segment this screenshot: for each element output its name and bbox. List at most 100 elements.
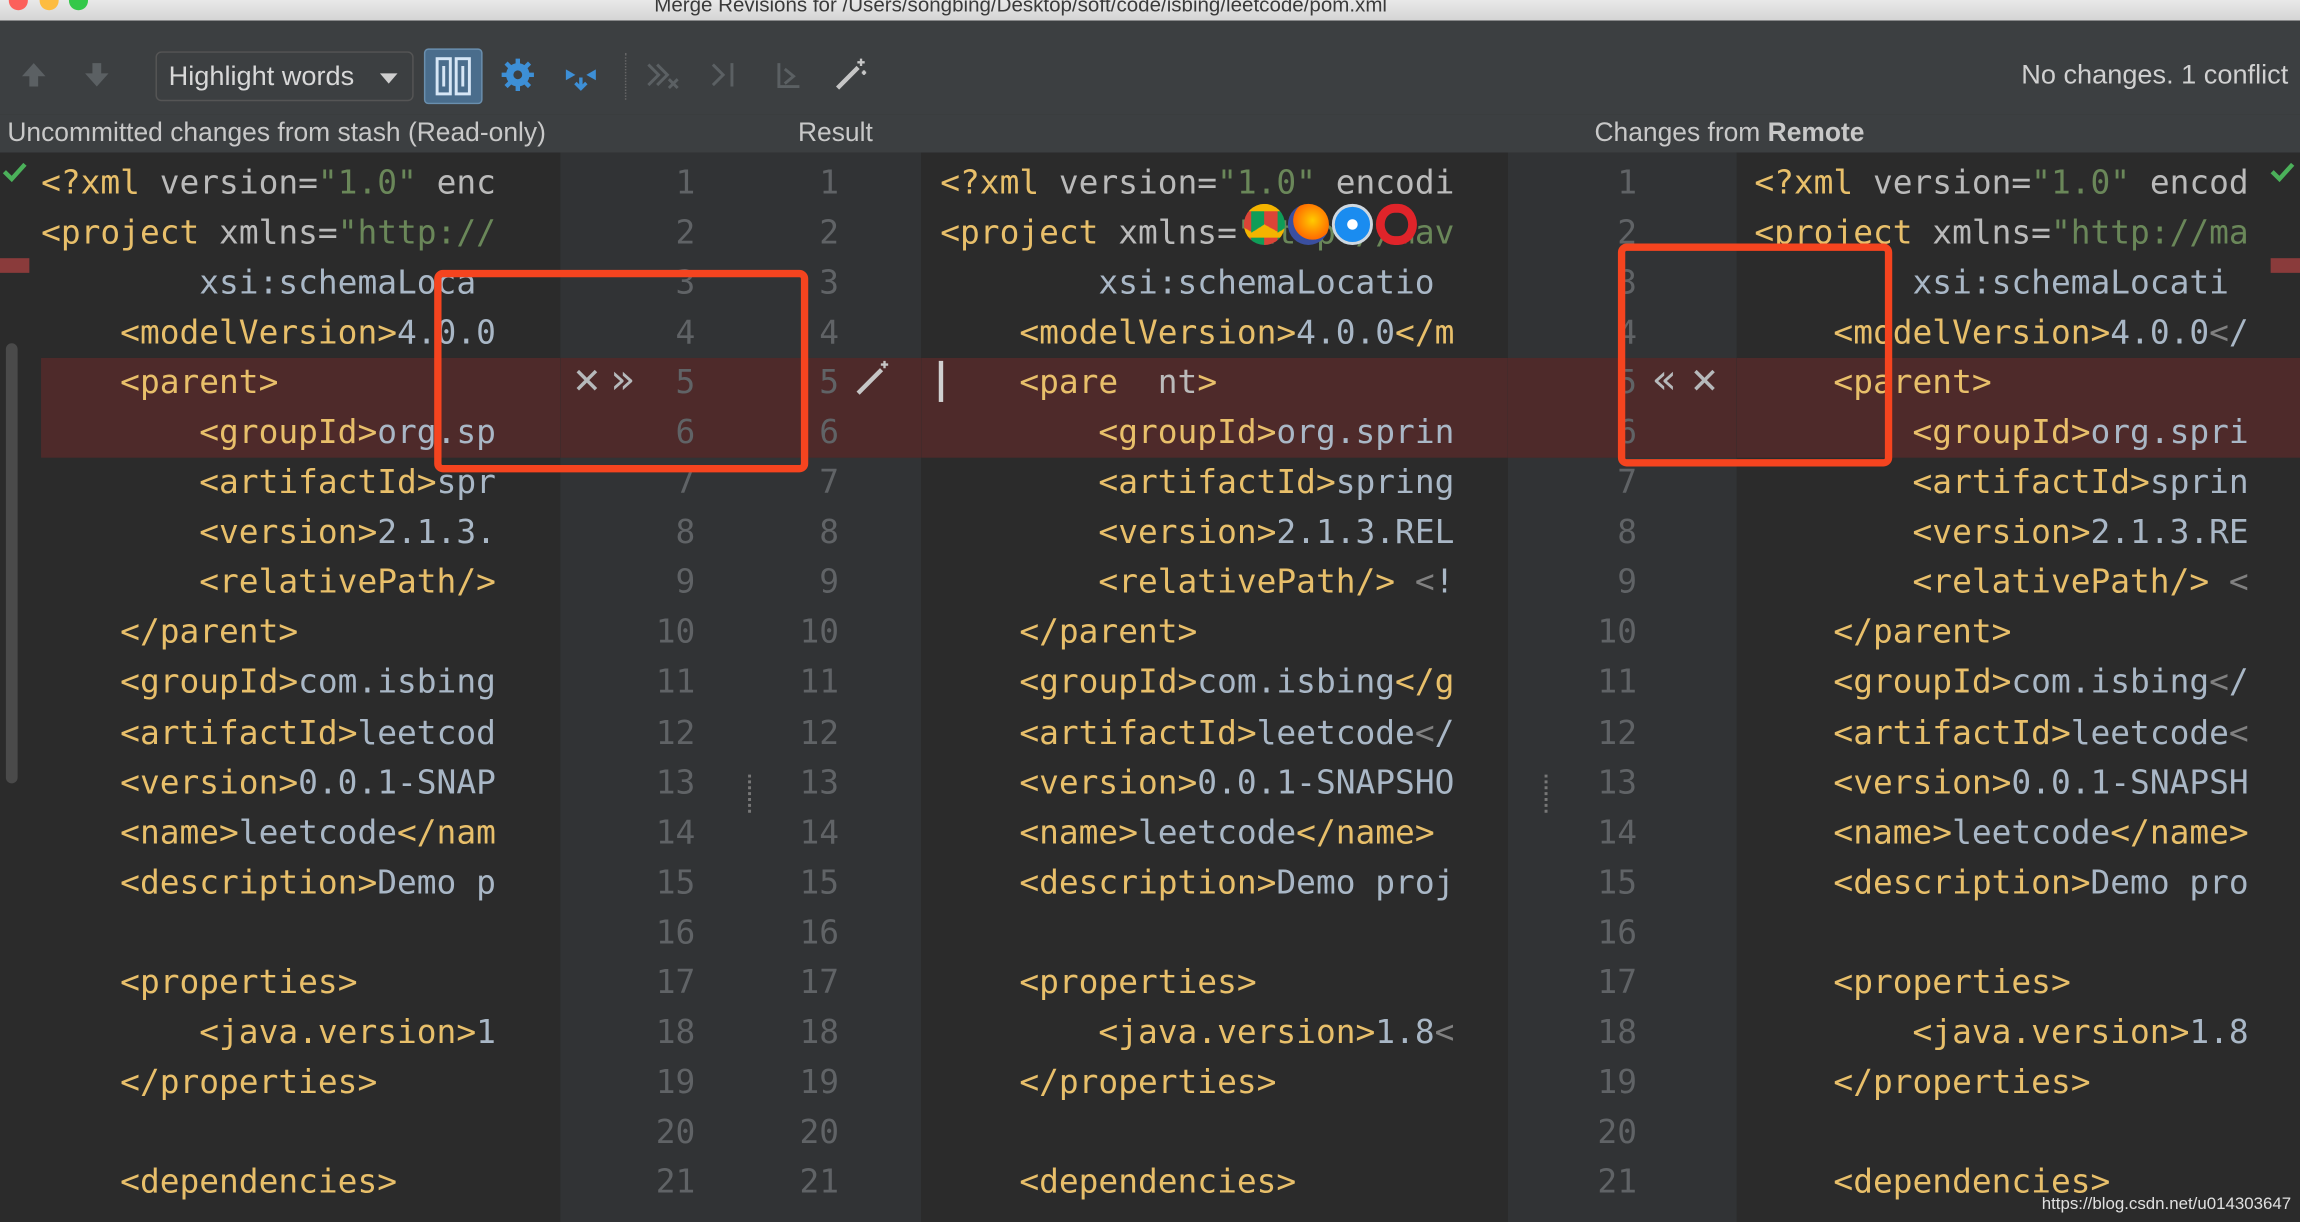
code-line: <pare nt> [1019, 364, 1218, 403]
apply-left-button[interactable] [642, 56, 680, 94]
highlight-words-label: Highlight words [168, 60, 355, 91]
line-number: 2 [675, 214, 696, 253]
line-number: 16 [799, 913, 840, 952]
previous-difference-button[interactable] [15, 56, 53, 94]
apply-non-conflicting-button[interactable] [562, 56, 600, 94]
code-line: <dependencies> [120, 1163, 398, 1202]
accept-right-icon [711, 63, 734, 87]
apply-changes-icon [565, 69, 596, 91]
toolbar-separator [624, 52, 627, 100]
line-number: 9 [675, 563, 696, 603]
title-bar: Merge Revisions for /Users/songbing/Desk… [0, 0, 2300, 21]
annotation-box-right [1617, 243, 1893, 467]
zoom-window-button[interactable] [68, 0, 89, 11]
settings-button[interactable] [499, 56, 537, 94]
code-line: <version>0.0.1-SNAPSHO [1019, 763, 1455, 802]
line-number: 16 [655, 913, 696, 952]
code-line: <properties> [1833, 963, 2071, 1002]
line-number: 9 [819, 563, 840, 603]
code-line: <name>leetcode</name> [1833, 813, 2249, 852]
code-line: </properties> [1019, 1063, 1277, 1102]
conflict-marker-right [2270, 258, 2300, 273]
line-number: 14 [1597, 813, 1637, 852]
line-number: 11 [799, 663, 840, 702]
line-number: 9 [1617, 563, 1637, 603]
firefox-icon[interactable] [1287, 203, 1329, 245]
line-number: 19 [1597, 1063, 1637, 1102]
magic-resolve-button[interactable] [832, 56, 870, 94]
line-number: 14 [655, 813, 696, 852]
code-line: <java.version>1.8< [1098, 1013, 1455, 1052]
line-number: 18 [655, 1013, 696, 1052]
left-code: <?xml version="1.0" enc <project xmlns="h… [41, 158, 496, 1207]
highlight-words-combo[interactable]: Highlight words [155, 51, 414, 102]
result-editor[interactable]: <?xml version="1.0" encodi <project xmlns… [921, 152, 1508, 1222]
code-line: <groupId>com.isbing [120, 663, 496, 702]
sync-scroll-toggle[interactable] [423, 48, 483, 105]
code-line: <artifactId>leetcode</ [1019, 713, 1455, 752]
code-line: <modelVersion>4.0.0</m [1019, 314, 1455, 353]
minimize-window-button[interactable] [39, 0, 59, 11]
code-line: <version>2.1.3. [199, 513, 496, 553]
line-number: 1 [1617, 164, 1637, 203]
line-number: 21 [655, 1163, 696, 1202]
center-pane-title: Result [797, 117, 873, 147]
line-number: 11 [1597, 663, 1637, 702]
result-code: <?xml version="1.0" encodi <project xmlns… [940, 158, 1454, 1207]
resolve-icon [777, 63, 800, 89]
apply-right-button[interactable] [706, 56, 744, 94]
toolbar: Highlight words No changes. 1 conflict [0, 20, 2300, 115]
next-difference-button[interactable] [78, 56, 116, 94]
code-line: <dependencies> [1019, 1163, 1297, 1202]
line-number: 15 [655, 863, 696, 902]
code-line: <groupId>org.sprin [1098, 414, 1455, 453]
magic-wand-icon [836, 58, 867, 90]
code-line: <artifactId>leetcode< [1833, 713, 2249, 752]
magic-wand-icon [856, 360, 889, 395]
code-line: <version>2.1.3.REL [1098, 513, 1455, 553]
check-icon [2, 162, 27, 183]
line-number: 13 [799, 763, 840, 802]
left-pane-title: Uncommitted changes from stash (Read-onl… [7, 117, 546, 147]
code-line: <version>0.0.1-SNAP [120, 763, 496, 802]
line-number: 13 [1597, 763, 1637, 802]
code-line: <?xml version="1.0" enc [41, 164, 496, 203]
line-number: 19 [799, 1063, 840, 1102]
code-line: </parent> [1019, 613, 1198, 652]
resolve-left-button[interactable] [770, 56, 808, 94]
code-line: <groupId>org.sp [199, 414, 496, 453]
code-line: <project xmlns="http:// [41, 214, 496, 253]
window-title: Merge Revisions for /Users/songbing/Desk… [654, 0, 1388, 17]
line-number: 10 [1597, 613, 1637, 652]
code-line: <relativePath/> < [1912, 563, 2249, 603]
line-number: 21 [1597, 1163, 1637, 1202]
sync-scroll-icon [435, 57, 471, 96]
opera-icon[interactable] [1375, 203, 1417, 245]
code-line: <name>leetcode</nam [120, 813, 496, 852]
line-number: 8 [675, 513, 696, 553]
close-window-button[interactable] [8, 0, 28, 11]
chrome-icon[interactable] [1243, 203, 1285, 245]
line-number: 17 [799, 963, 840, 1002]
splitter-handle-right[interactable] [1544, 774, 1551, 813]
chevron-down-icon [379, 73, 398, 84]
code-line: <version>2.1.3.RE [1912, 513, 2249, 553]
code-line: </parent> [1833, 613, 2012, 652]
code-line: <description>Demo proj [1019, 863, 1455, 902]
code-line: <description>Demo p [120, 863, 496, 902]
safari-icon[interactable] [1331, 203, 1373, 245]
line-number: 20 [1597, 1113, 1637, 1152]
line-number: 18 [799, 1013, 840, 1052]
code-line: xsi:schemaLocatio [1098, 264, 1435, 303]
code-line: <artifactId>leetcod [120, 713, 496, 752]
splitter-handle[interactable] [748, 774, 754, 813]
left-scrollbar[interactable] [5, 343, 18, 784]
line-number: 10 [799, 613, 840, 652]
code-line: <?xml version="1.0" encod [1754, 164, 2249, 203]
code-line: </properties> [120, 1063, 378, 1102]
code-line: <relativePath/> [199, 563, 496, 603]
